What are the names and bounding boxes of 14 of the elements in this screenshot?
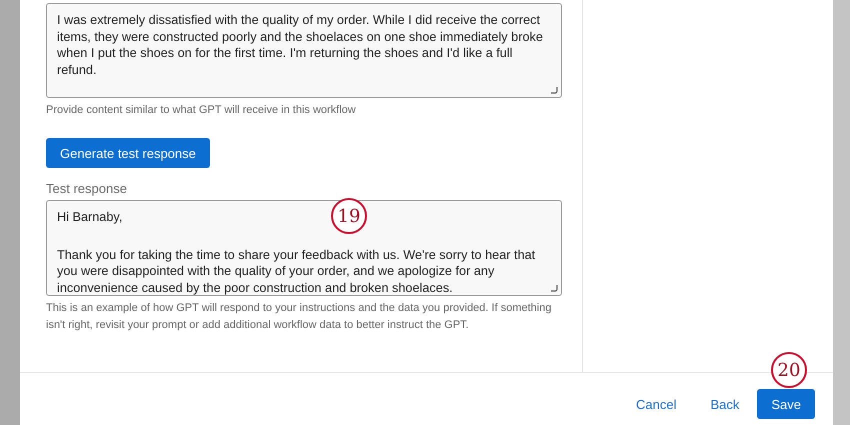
link-button[interactable]: Back — [694, 389, 756, 419]
response-text-area[interactable] — [46, 200, 562, 296]
help-text: This is an example of how GPT will respond to your instructions and the data you provided. If something isn't right, revisit your prompt or add additional workflow data to better instruct the GPT. — [46, 301, 552, 333]
review-text-area[interactable] — [46, 3, 562, 98]
generate-button[interactable]: Generate test response — [46, 138, 210, 168]
save-button[interactable]: Save — [757, 389, 815, 419]
help-text: Provide content similar to what GPT will receive in this workflow — [46, 103, 357, 118]
field-text: Hi Barnaby, — [57, 209, 122, 226]
resize-handle-icon[interactable] — [551, 87, 558, 94]
field-text: I was extremely dissatisfied with the quality of my order. While I did receive the correct items, they were constructed poorly and the shoelaces on one shoe immediately broke when I put the shoes on for the first time. I'm returning the shoes and I'd like a full refund. — [57, 12, 544, 78]
field-label: Test response — [46, 181, 128, 196]
resize-handle-icon[interactable] — [551, 285, 558, 292]
field-text: Thank you for taking the time to share your feedback with us. We're sorry to hear that you were disappointed with the quality of your order, and we apologize for any inconvenience caused by the poor construction and broken shoelaces. — [57, 246, 536, 296]
link-button[interactable]: Cancel — [620, 389, 692, 419]
